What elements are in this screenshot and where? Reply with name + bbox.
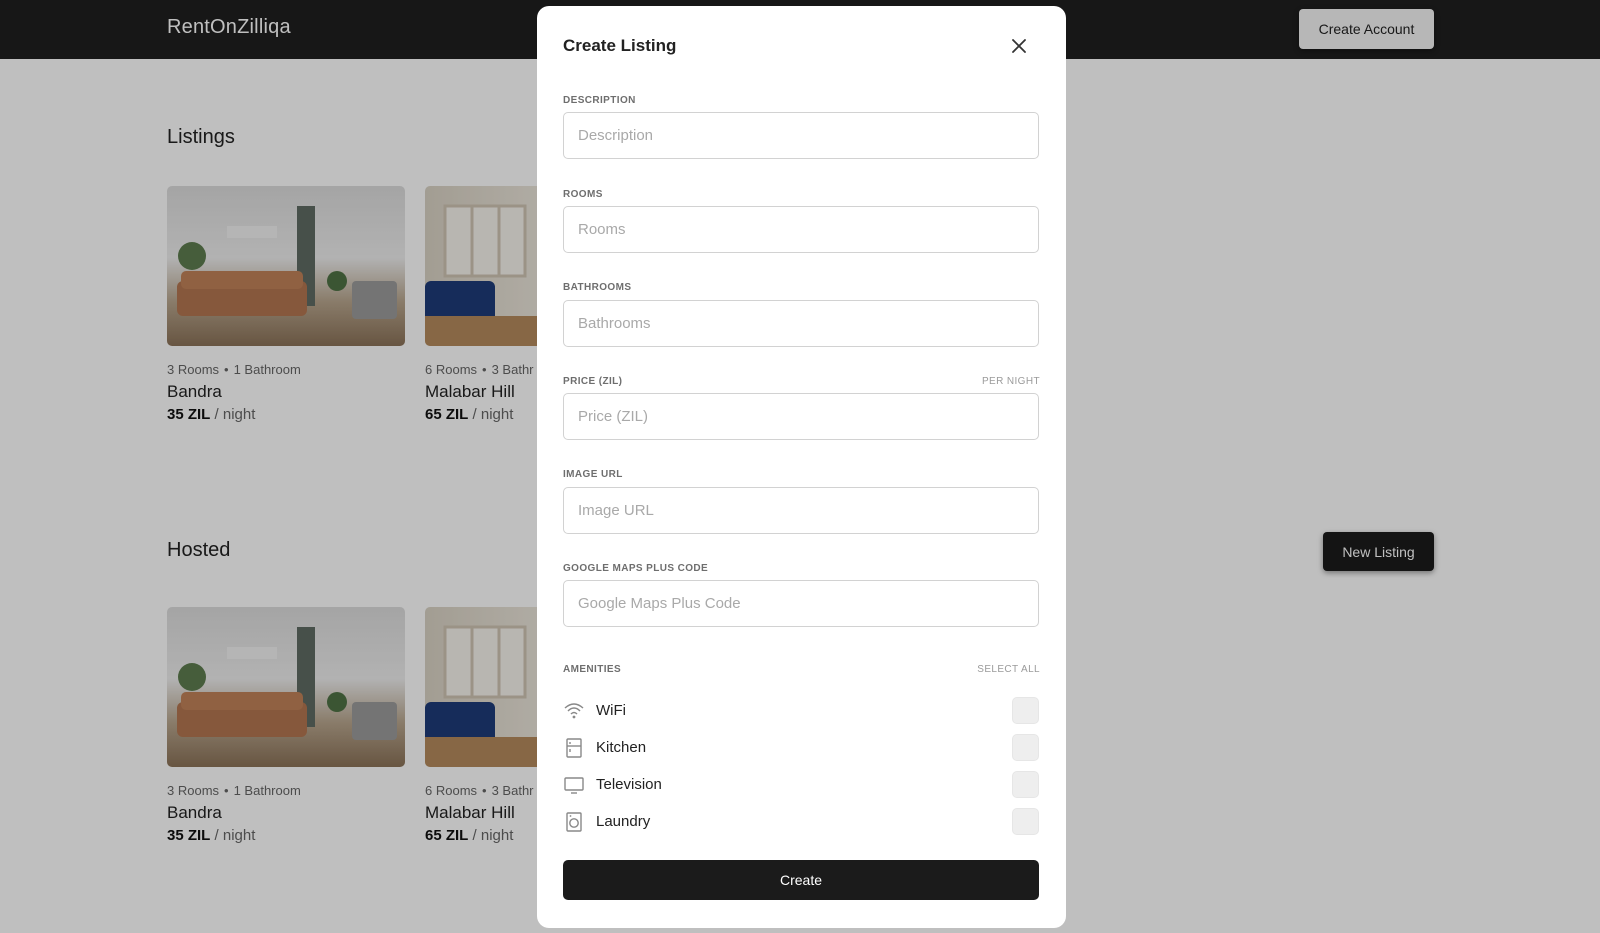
amenity-label: Laundry: [596, 813, 651, 830]
amenity-row-laundry[interactable]: Laundry: [563, 808, 1039, 836]
plus-code-label: GOOGLE MAPS PLUS CODE: [563, 563, 709, 574]
create-button[interactable]: Create: [563, 860, 1039, 900]
modal-title: Create Listing: [563, 36, 677, 55]
price-label: PRICE (ZIL): [563, 376, 623, 387]
amenity-label: Television: [596, 776, 662, 793]
amenity-row-television[interactable]: Television: [563, 771, 1039, 799]
per-night-label: PER NIGHT: [981, 376, 1040, 387]
create-listing-modal: Create Listing DESCRIPTION ROOMS BATHROO…: [537, 6, 1066, 928]
price-input[interactable]: [563, 393, 1039, 440]
rooms-label: ROOMS: [563, 189, 603, 200]
wifi-checkbox[interactable]: [1012, 697, 1039, 724]
laundry-icon: [563, 811, 585, 833]
image-url-label: IMAGE URL: [563, 469, 623, 480]
amenity-row-wifi[interactable]: WiFi: [563, 697, 1039, 725]
amenity-label: Kitchen: [596, 739, 647, 756]
wifi-icon: [563, 700, 585, 722]
kitchen-icon: [563, 737, 585, 759]
plus-code-input[interactable]: [563, 580, 1039, 627]
bathrooms-input[interactable]: [563, 300, 1039, 347]
select-all-link[interactable]: SELECT ALL: [977, 664, 1040, 675]
television-checkbox[interactable]: [1012, 771, 1039, 798]
amenity-label: WiFi: [596, 702, 626, 719]
television-icon: [563, 774, 585, 796]
close-icon[interactable]: [1007, 34, 1031, 58]
image-url-input[interactable]: [563, 487, 1039, 534]
description-input[interactable]: [563, 112, 1039, 159]
bathrooms-label: BATHROOMS: [563, 282, 632, 293]
laundry-checkbox[interactable]: [1012, 808, 1039, 835]
amenity-row-kitchen[interactable]: Kitchen: [563, 734, 1039, 762]
description-label: DESCRIPTION: [563, 95, 636, 106]
amenities-label: AMENITIES: [563, 664, 622, 675]
kitchen-checkbox[interactable]: [1012, 734, 1039, 761]
rooms-input[interactable]: [563, 206, 1039, 253]
